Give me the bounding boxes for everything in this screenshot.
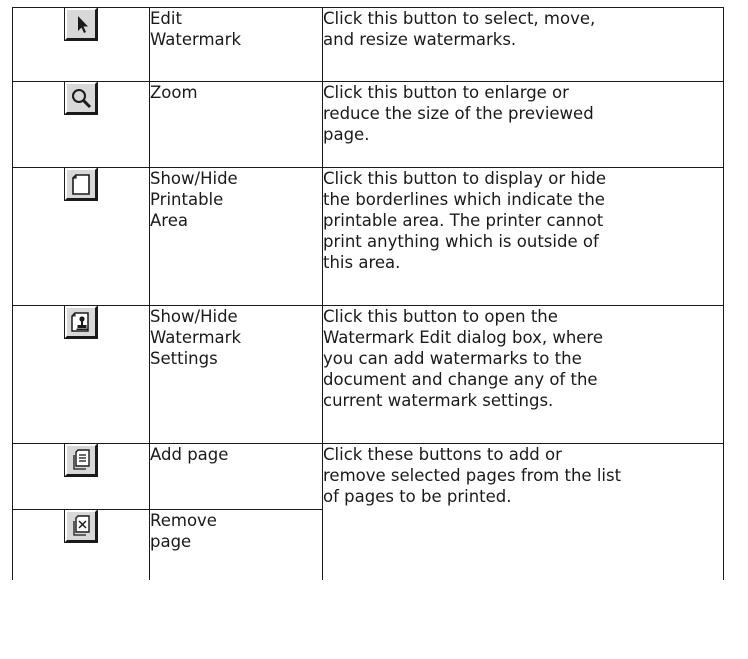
- button-name: Edit Watermark: [149, 7, 323, 82]
- button-name: Show/Hide Watermark Settings: [149, 305, 323, 444]
- watermark-stamp-icon: [71, 312, 89, 332]
- table-row: Add page Click these buttons to add or r…: [12, 443, 724, 580]
- button-name: Show/Hide Printable Area: [149, 167, 323, 306]
- button-description: Click this button to display or hide the…: [322, 167, 724, 306]
- arrow-pointer-icon: [78, 16, 88, 33]
- table-row: Zoom Click this button to enlarge or red…: [12, 81, 724, 168]
- button-name: Add page: [149, 443, 323, 510]
- button-name: Zoom: [149, 81, 323, 168]
- zoom-button[interactable]: [65, 82, 97, 114]
- add-page-icon: [73, 449, 90, 470]
- toolbar-button-reference-table: Edit Watermark Click this button to sele…: [12, 7, 724, 580]
- table-row: Edit Watermark Click this button to sele…: [12, 7, 724, 82]
- magnifier-icon: [72, 89, 92, 109]
- button-description: Click this button to open the Watermark …: [322, 305, 724, 444]
- show-hide-watermark-settings-button[interactable]: [65, 306, 97, 338]
- show-hide-printable-area-button[interactable]: [65, 168, 97, 200]
- button-description: Click this button to select, move, and r…: [322, 7, 724, 82]
- button-description: Click these buttons to add or remove sel…: [322, 443, 724, 580]
- table-row: Show/Hide Printable Area Click this butt…: [12, 167, 724, 306]
- table-row: Show/Hide Watermark Settings Click this …: [12, 305, 724, 444]
- remove-page-icon: [73, 515, 90, 536]
- add-page-button[interactable]: [65, 444, 97, 476]
- blank-page-icon: [72, 174, 90, 195]
- button-name: Remove page: [149, 509, 323, 580]
- remove-page-button[interactable]: [65, 510, 97, 542]
- button-description: Click this button to enlarge or reduce t…: [322, 81, 724, 168]
- edit-watermark-button[interactable]: [65, 8, 97, 40]
